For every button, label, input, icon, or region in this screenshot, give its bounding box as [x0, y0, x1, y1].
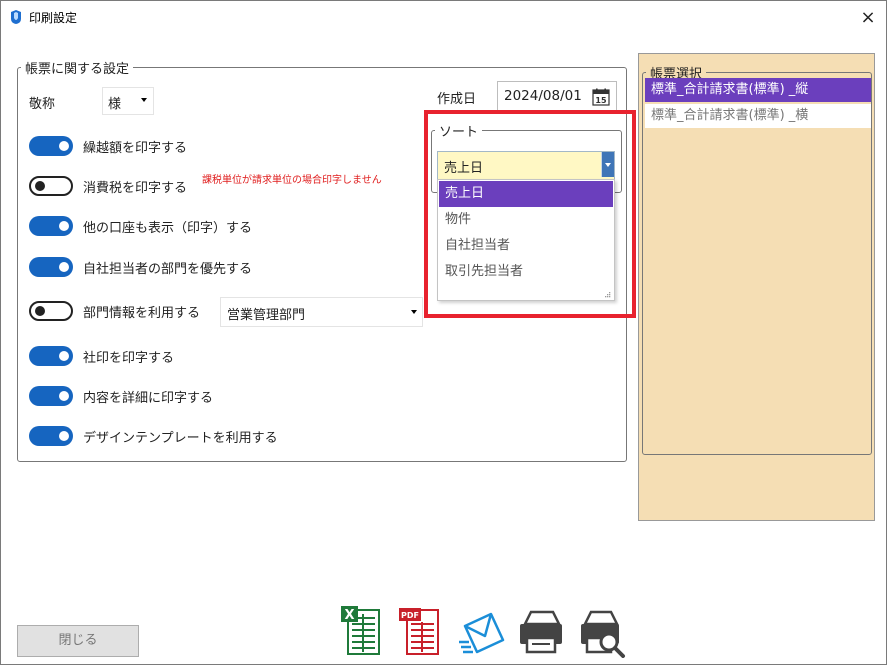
toggle-switch[interactable]: [29, 426, 73, 446]
toggle-switch[interactable]: [29, 346, 73, 366]
svg-text:PDF: PDF: [401, 611, 419, 620]
report-settings-legend: 帳票に関する設定: [25, 62, 130, 77]
window-title: 印刷設定: [29, 11, 78, 25]
toggle-switch[interactable]: [29, 176, 73, 196]
app-icon: [11, 10, 21, 24]
toggle-label: 部門情報を利用する: [83, 306, 201, 321]
department-select[interactable]: 営業管理部門: [220, 297, 423, 327]
honorific-value: 様: [108, 97, 122, 112]
template-item[interactable]: 標準_合計請求書(標準) _横: [645, 104, 871, 128]
pdf-export-icon[interactable]: PDF: [397, 604, 445, 658]
toggle-label: デザインテンプレートを利用する: [83, 431, 278, 446]
creation-date-value: 2024/08/01: [504, 88, 582, 104]
department-value: 営業管理部門: [227, 308, 306, 323]
toggle-switch[interactable]: [29, 136, 73, 156]
toggle-label: 他の口座も表示（印字）する: [83, 221, 253, 236]
window-close-button[interactable]: ×: [851, 5, 885, 31]
svg-text:X: X: [344, 608, 354, 623]
toggle-switch[interactable]: [29, 216, 73, 236]
close-button[interactable]: 閉じる: [17, 625, 139, 657]
print-preview-icon[interactable]: [579, 604, 627, 658]
toggle-switch[interactable]: [29, 257, 73, 277]
calendar-day: 15: [595, 96, 607, 105]
honorific-select[interactable]: 様: [102, 87, 154, 115]
honorific-label: 敬称: [29, 97, 56, 112]
excel-export-icon[interactable]: X: [338, 604, 386, 658]
template-item[interactable]: 標準_合計請求書(標準) _縦: [645, 78, 871, 102]
close-icon: ×: [860, 7, 876, 28]
title-bar: 印刷設定 ×: [1, 1, 886, 33]
tax-note: 課税単位が請求単位の場合印字しません: [202, 175, 382, 186]
toggle-label: 内容を詳細に印字する: [83, 391, 214, 406]
creation-date-label: 作成日: [437, 92, 477, 107]
highlight-box: [424, 110, 636, 318]
creation-date-field[interactable]: 2024/08/01 15: [497, 81, 617, 112]
toggle-label: 社印を印字する: [83, 351, 175, 366]
toggle-label: 繰越額を印字する: [83, 141, 188, 156]
toggle-switch[interactable]: [29, 301, 73, 321]
email-send-icon[interactable]: [457, 604, 505, 658]
toggle-label: 消費税を印字する: [83, 181, 188, 196]
chevron-down-icon: [141, 98, 147, 102]
calendar-icon[interactable]: 15: [592, 88, 610, 106]
toggle-switch[interactable]: [29, 386, 73, 406]
print-settings-window: 印刷設定 × 帳票に関する設定 敬称 様 作成日 2024/08/01 15 繰…: [0, 0, 887, 665]
toggle-label: 自社担当者の部門を優先する: [83, 262, 253, 277]
chevron-down-icon: [411, 310, 417, 314]
print-icon[interactable]: [517, 604, 565, 658]
